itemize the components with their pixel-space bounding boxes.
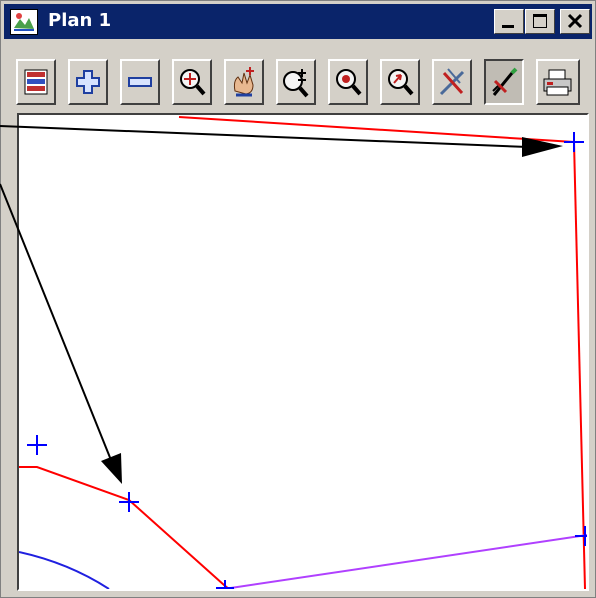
printer-icon bbox=[543, 69, 572, 96]
pan-hand-icon bbox=[233, 67, 254, 97]
pick-pencil-icon bbox=[492, 67, 518, 96]
close-icon bbox=[567, 13, 583, 29]
remove-button[interactable] bbox=[120, 59, 160, 105]
zoom-previous-icon bbox=[388, 69, 414, 96]
add-button[interactable] bbox=[68, 59, 108, 105]
purple-string bbox=[223, 534, 587, 589]
red-string-left bbox=[19, 466, 230, 589]
zoom-centre-button[interactable] bbox=[328, 59, 368, 105]
window-title: Plan 1 bbox=[48, 10, 112, 31]
plus-icon bbox=[76, 70, 100, 94]
vertex-marker bbox=[575, 526, 587, 546]
red-string-top bbox=[178, 116, 575, 143]
zoom-centre-icon bbox=[336, 69, 362, 96]
vertex-marker bbox=[564, 132, 584, 152]
pan-button[interactable] bbox=[224, 59, 264, 105]
minimize-icon bbox=[502, 25, 514, 28]
plan-window: Plan 1 bbox=[0, 0, 596, 598]
zoom-previous-button[interactable] bbox=[380, 59, 420, 105]
toggle-cursor-button[interactable] bbox=[432, 59, 472, 105]
zoom-in-out-button[interactable] bbox=[276, 59, 316, 105]
minimize-button[interactable] bbox=[494, 9, 524, 34]
vertex-marker bbox=[27, 435, 47, 455]
print-button[interactable] bbox=[536, 59, 580, 105]
vertex-marker bbox=[119, 492, 139, 512]
minus-icon bbox=[128, 77, 152, 87]
cross-cursor-icon bbox=[439, 68, 465, 96]
plan-view-canvas[interactable] bbox=[17, 113, 589, 591]
maximize-button[interactable] bbox=[525, 9, 555, 34]
zoom-extent-icon bbox=[180, 69, 206, 96]
window-list-icon bbox=[24, 69, 48, 95]
pick-button[interactable] bbox=[484, 59, 524, 105]
toolbar bbox=[16, 59, 584, 109]
plan-app-icon bbox=[10, 9, 38, 35]
zoom-plus-minus-icon bbox=[283, 69, 309, 98]
title-bar[interactable]: Plan 1 bbox=[4, 4, 592, 39]
red-string-right bbox=[573, 141, 586, 589]
plan-windows-button[interactable] bbox=[16, 59, 56, 105]
close-button[interactable] bbox=[560, 9, 590, 34]
zoom-extent-button[interactable] bbox=[172, 59, 212, 105]
maximize-icon bbox=[533, 14, 547, 28]
blue-string bbox=[19, 551, 110, 589]
